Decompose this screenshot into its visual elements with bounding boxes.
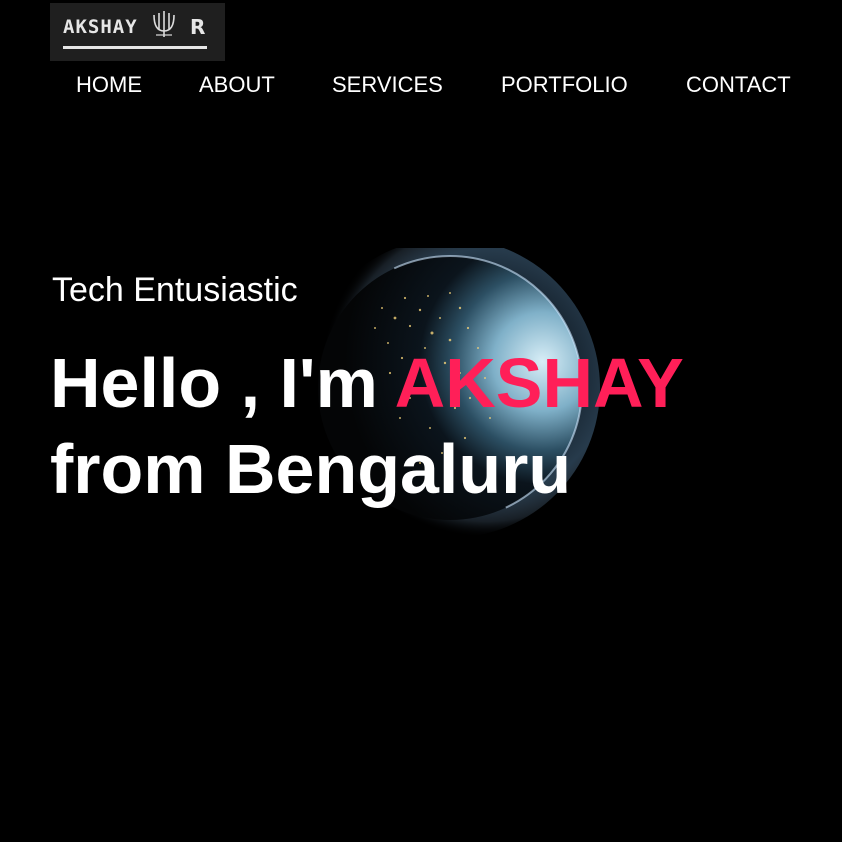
logo-initial: R [190,15,206,39]
nav-item-portfolio[interactable]: PORTFOLIO [501,72,628,98]
site-logo[interactable]: AKSHAY R [50,3,225,61]
signature-emblem-icon [153,11,175,37]
logo-underline [63,46,207,49]
hero-location: from Bengaluru [50,430,572,508]
hero-greeting: Hello , I'm [50,344,395,422]
page: AKSHAY R HOME ABOUT SERVICES PORTFOLIO C… [0,0,842,842]
nav-item-about[interactable]: ABOUT [199,72,275,98]
main-nav: HOME ABOUT SERVICES PORTFOLIO CONTACT [0,72,842,98]
logo-text: AKSHAY [63,16,138,38]
nav-item-contact[interactable]: CONTACT [686,72,791,98]
hero-headline: Hello , I'm AKSHAY from Bengaluru [50,340,684,512]
hero-name: AKSHAY [394,344,684,422]
nav-item-services[interactable]: SERVICES [332,72,443,98]
nav-item-home[interactable]: HOME [76,72,142,98]
hero-tagline: Tech Entusiastic [52,271,298,309]
